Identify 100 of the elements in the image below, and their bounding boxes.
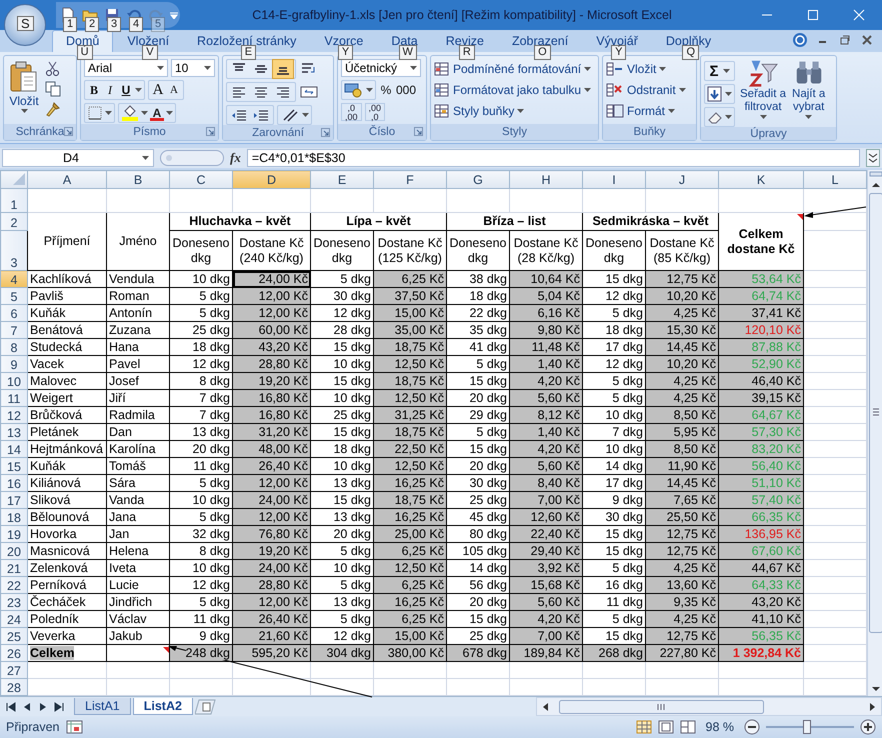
row-header[interactable]: 27 (0, 662, 28, 678)
column-header[interactable]: F (374, 170, 446, 188)
column-header[interactable]: C (170, 170, 232, 188)
decimal-button[interactable]: ,00 ,0 (364, 103, 386, 121)
sheet-tab[interactable]: ListA2 (132, 698, 193, 715)
font-color-button[interactable]: A (150, 106, 164, 120)
bottom-align-icon[interactable] (273, 60, 293, 78)
name-box[interactable]: D4 (2, 149, 154, 167)
normal-view-icon[interactable] (636, 720, 652, 734)
slider-thumb[interactable] (803, 720, 812, 734)
row-header[interactable]: 1 (0, 188, 28, 212)
customize-toolbar-icon[interactable] (170, 11, 178, 19)
row-header[interactable]: 3 (0, 230, 28, 270)
scrollbar-thumb[interactable] (559, 700, 764, 714)
sheet-tab[interactable]: ListA1 (74, 698, 131, 715)
row-header[interactable]: 5 (0, 288, 28, 304)
row-header[interactable]: 26 (0, 644, 28, 662)
first-sheet-icon[interactable] (4, 700, 18, 714)
close-icon[interactable] (860, 33, 874, 47)
dialog-launcher-icon[interactable] (414, 127, 423, 136)
brush-icon[interactable] (45, 101, 61, 117)
row-header[interactable]: 22 (0, 576, 28, 594)
row-header[interactable]: 28 (0, 678, 28, 696)
row-header[interactable]: 24 (0, 610, 28, 628)
dialog-launcher-icon[interactable] (321, 128, 330, 137)
vertical-scrollbar[interactable] (867, 170, 882, 696)
find-select-button[interactable]: Najít a vybrat (791, 59, 826, 127)
column-header[interactable]: B (106, 170, 170, 188)
row-header[interactable]: 15 (0, 458, 28, 474)
expand-formula-icon[interactable] (866, 149, 880, 167)
last-sheet-icon[interactable] (52, 700, 66, 714)
ribbon-command[interactable]: Podmíněné formátování (434, 61, 592, 77)
italic-button[interactable]: I (103, 81, 117, 99)
column-header[interactable]: G (446, 170, 510, 188)
zoom-level[interactable]: 98 % (706, 720, 734, 734)
row-header[interactable]: 11 (0, 390, 28, 406)
restore-icon[interactable] (838, 33, 852, 47)
horizontal-scrollbar[interactable] (536, 697, 882, 716)
ribbon-command[interactable]: Odstranit (606, 82, 686, 98)
paste-button[interactable]: Vložit (7, 59, 41, 124)
row-header[interactable]: 17 (0, 492, 28, 508)
scrollbar-thumb[interactable] (869, 193, 882, 633)
page-break-preview-icon[interactable] (680, 720, 696, 734)
dialog-launcher-icon[interactable] (206, 127, 215, 136)
bold-button[interactable]: B (87, 81, 101, 99)
font-size-field[interactable]: 10 (171, 59, 215, 77)
column-header[interactable]: J (646, 170, 718, 188)
row-header[interactable]: 8 (0, 338, 28, 356)
currency-icon[interactable] (344, 82, 364, 98)
column-header[interactable]: L (804, 170, 866, 188)
row-header[interactable]: 13 (0, 424, 28, 440)
formula-field[interactable]: =C4*0,01*$E$30 (246, 149, 860, 167)
scissors-icon[interactable] (45, 61, 61, 77)
dialog-launcher-icon[interactable] (64, 127, 73, 136)
column-header[interactable]: E (310, 170, 374, 188)
fill-color-icon[interactable] (121, 105, 139, 121)
row-header[interactable]: 9 (0, 356, 28, 372)
row-header[interactable]: 18 (0, 508, 28, 526)
font-name-field[interactable]: Arial (84, 59, 168, 77)
help-icon[interactable] (792, 32, 808, 48)
percent-button[interactable]: % (379, 81, 393, 99)
row-header[interactable]: 4 (0, 270, 28, 288)
page-layout-icon[interactable] (658, 720, 674, 734)
zoom-out-icon[interactable] (744, 719, 760, 735)
insert-function-button[interactable]: fx (230, 150, 241, 166)
ribbon-command[interactable]: Formátovat jako tabulku (434, 82, 592, 98)
row-header[interactable]: 7 (0, 322, 28, 338)
expand-handle-icon[interactable] (160, 150, 224, 166)
grow-font-button[interactable]: A (151, 81, 165, 99)
column-header[interactable]: A (28, 170, 106, 188)
row-header[interactable]: 10 (0, 372, 28, 390)
sort-filter-button[interactable]: Seřadit a filtrovat (739, 59, 788, 127)
row-header[interactable]: 20 (0, 542, 28, 560)
shrink-font-button[interactable]: A (167, 81, 181, 99)
split-handle-icon[interactable] (868, 170, 882, 178)
row-header[interactable]: 6 (0, 304, 28, 322)
row-header[interactable]: 2 (0, 212, 28, 230)
number-format-field[interactable]: Účetnický (341, 59, 421, 77)
column-header[interactable]: I (582, 170, 646, 188)
row-header[interactable]: 19 (0, 526, 28, 542)
row-header[interactable]: 21 (0, 560, 28, 576)
zoom-in-icon[interactable] (860, 719, 876, 735)
ribbon-command[interactable]: Vložit (606, 61, 686, 77)
underline-button[interactable]: U (119, 81, 133, 99)
column-header[interactable]: H (510, 170, 582, 188)
decimal-button[interactable]: ,0 ,00 (341, 103, 362, 121)
borders-icon[interactable] (87, 105, 103, 121)
zoom-slider[interactable] (766, 720, 854, 734)
ribbon-command[interactable]: Styly buňky (434, 103, 592, 119)
row-header[interactable]: 14 (0, 440, 28, 458)
column-header[interactable]: D (232, 170, 310, 188)
column-header[interactable]: K (718, 170, 804, 188)
fill-down-icon[interactable] (707, 86, 723, 102)
row-header[interactable]: 25 (0, 628, 28, 644)
row-header[interactable]: 12 (0, 406, 28, 424)
row-header[interactable]: 23 (0, 594, 28, 610)
thousands-separator-button[interactable]: 000 (396, 81, 416, 99)
copy-icon[interactable] (45, 81, 61, 97)
macro-record-icon[interactable] (66, 719, 84, 735)
ribbon-command[interactable]: Formát (606, 103, 686, 119)
